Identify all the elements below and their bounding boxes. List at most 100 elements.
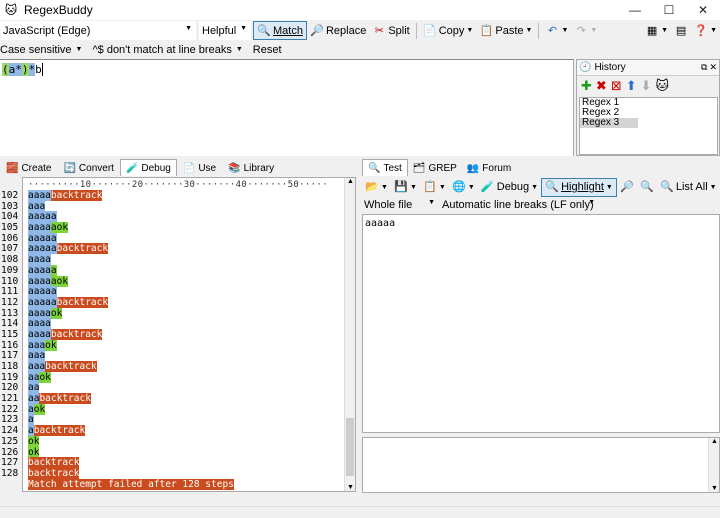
replace-button[interactable]: 🔎 Replace: [307, 21, 369, 40]
regex-editor[interactable]: ( a* ) * b: [0, 59, 574, 156]
delete-icon[interactable]: ✖: [596, 78, 607, 94]
text-caret: [41, 63, 43, 76]
tab-test[interactable]: 🔍 Test: [362, 159, 408, 176]
scroll-up-icon[interactable]: ▲: [711, 438, 718, 445]
minimize-button[interactable]: —: [618, 0, 652, 20]
tab-library[interactable]: 📚 Library: [222, 160, 280, 176]
case-sensitivity-select[interactable]: Case sensitive ▼: [0, 44, 82, 56]
tab-label: Test: [383, 162, 402, 174]
tab-convert[interactable]: 🔄 Convert: [57, 160, 119, 176]
highlight-button[interactable]: 🔍 Highlight ▼: [541, 177, 617, 197]
undo-button[interactable]: ↶ ▼: [542, 21, 571, 40]
history-icon: 🕘: [579, 62, 592, 73]
chevron-down-icon: ▼: [709, 183, 717, 191]
test-icon: 🔍: [368, 162, 381, 174]
scope-select[interactable]: Whole file ▼: [362, 196, 438, 215]
chevron-down-icon: ▼: [466, 27, 474, 34]
debug-segment-green: ok: [33, 403, 46, 415]
scroll-thumb[interactable]: [346, 418, 354, 476]
tab-use[interactable]: 📄 Use: [177, 160, 222, 176]
maximize-button[interactable]: ☐: [652, 0, 686, 20]
debug-segment-green: ok: [56, 222, 69, 234]
debug-icon: 🧪: [480, 181, 495, 193]
tab-label: GREP: [428, 162, 457, 174]
split-button[interactable]: ✂ Split: [369, 21, 412, 40]
regex-quantified-a: a*: [8, 63, 22, 76]
tab-label: Convert: [78, 162, 114, 174]
reset-button[interactable]: Reset: [253, 44, 282, 56]
debug-segment-orange: backtrack: [56, 296, 109, 308]
zoom-out-button[interactable]: 🔍: [637, 178, 657, 197]
debug-lines: 102 aaaabacktrack 103 aaa 104 aaaaa 105 aaaaaok…: [1, 190, 357, 490]
chevron-down-icon: ▼: [235, 46, 243, 53]
results-scrollbar[interactable]: ▲ ▼: [708, 438, 719, 492]
save-button[interactable]: 💾 ▼: [391, 178, 420, 197]
scroll-down-icon[interactable]: ▼: [711, 485, 718, 492]
tab-create[interactable]: 🧱 Create: [0, 160, 57, 176]
anchors-select[interactable]: ^$ don't match at line breaks ▼: [92, 44, 242, 56]
flavor-value: JavaScript (Edge): [3, 24, 91, 37]
chevron-down-icon: ▼: [590, 27, 598, 34]
help-button[interactable]: ❓ ▼: [691, 21, 720, 40]
float-panel-icon[interactable]: ⧉: [701, 62, 707, 73]
debug-segment-blue: aaaa: [28, 328, 51, 340]
scroll-down-icon[interactable]: ▼: [347, 484, 354, 491]
globe-icon: 🌐: [451, 181, 466, 193]
panels-button[interactable]: ▤: [671, 21, 691, 40]
debug-line: 121 aabacktrack: [1, 393, 357, 405]
close-button[interactable]: ✕: [686, 0, 720, 20]
zoom-in-button[interactable]: 🔎: [617, 178, 637, 197]
test-subject-editor[interactable]: aaaaa: [362, 214, 720, 433]
match-button[interactable]: 🔍 Match: [253, 21, 307, 40]
debug-segment-green: ok: [28, 435, 40, 447]
open-file-button[interactable]: 📂 ▼: [362, 178, 391, 197]
debug-output: ·········10·······20·······30·······40··…: [1, 177, 356, 492]
redo-button[interactable]: ↷ ▼: [571, 21, 600, 40]
debug-icon: 🧪: [125, 162, 139, 174]
copy-test-button[interactable]: 📋 ▼: [420, 178, 449, 197]
zoom-out-icon: 🔍: [640, 181, 654, 193]
debug-button[interactable]: 🧪 Debug ▼: [478, 178, 541, 197]
helpful-select[interactable]: Helpful ▼: [199, 21, 251, 40]
flavor-select[interactable]: JavaScript (Edge) ▼: [0, 21, 196, 40]
debug-line: 122 aok: [1, 403, 357, 416]
chevron-down-icon: ▼: [381, 183, 388, 191]
layout-button[interactable]: ▦ ▼: [642, 21, 671, 40]
library-icon: 📚: [228, 162, 241, 174]
move-up-icon[interactable]: ⬆: [626, 78, 637, 94]
debug-segment-orange: Match attempt failed after 128 steps: [28, 478, 234, 490]
tab-debug[interactable]: 🧪 Debug: [119, 159, 177, 176]
add-icon[interactable]: ✚: [581, 78, 592, 94]
debug-segment-blue: aaa: [28, 361, 46, 372]
history-item-selected[interactable]: Regex 3: [580, 118, 638, 128]
web-button[interactable]: 🌐 ▼: [449, 178, 478, 197]
list-all-button[interactable]: 🔍 List All ▼: [657, 178, 720, 197]
line-breaks-select[interactable]: Automatic line breaks (LF only) ▼: [440, 196, 598, 215]
regexbuddy-logo-icon: 🐱: [4, 3, 18, 17]
tab-grep[interactable]: 🗂 GREP: [408, 160, 462, 176]
window-controls: — ☐ ✕: [618, 0, 720, 20]
paste-button[interactable]: 📋 Paste ▼: [476, 21, 535, 40]
history-list: Regex 1 Regex 2 Regex 3: [579, 97, 718, 155]
move-down-icon[interactable]: ⬇: [641, 78, 652, 94]
grep-icon: 🗂: [412, 162, 426, 174]
tab-forum[interactable]: 👥 Forum: [462, 160, 516, 176]
debug-step: ok: [23, 435, 40, 448]
debug-segment-blue: a: [28, 414, 34, 426]
debug-segment-green: ok: [50, 307, 63, 319]
history-title: History: [594, 62, 626, 73]
copy-button[interactable]: 📄 Copy ▼: [420, 21, 477, 40]
redo-icon: ↷: [576, 24, 586, 37]
close-panel-icon[interactable]: ✕: [709, 62, 717, 73]
delete-all-icon[interactable]: ⊠: [611, 78, 622, 94]
debug-segment-blue: aa: [28, 393, 40, 405]
history-toolbar: ✚ ✖ ⊠ ⬆ ⬇ 🐱: [577, 76, 719, 96]
scroll-up-icon[interactable]: ▲: [347, 178, 354, 185]
buddy-icon[interactable]: 🐱: [656, 78, 670, 94]
debug-segment-green: ok: [56, 275, 69, 287]
debug-segment-orange: backtrack: [28, 457, 80, 469]
debug-scrollbar[interactable]: ▲ ▼: [344, 178, 355, 491]
tab-label: Use: [198, 162, 217, 174]
undo-icon: ↶: [547, 24, 558, 37]
chevron-down-icon: ▼: [438, 183, 446, 191]
